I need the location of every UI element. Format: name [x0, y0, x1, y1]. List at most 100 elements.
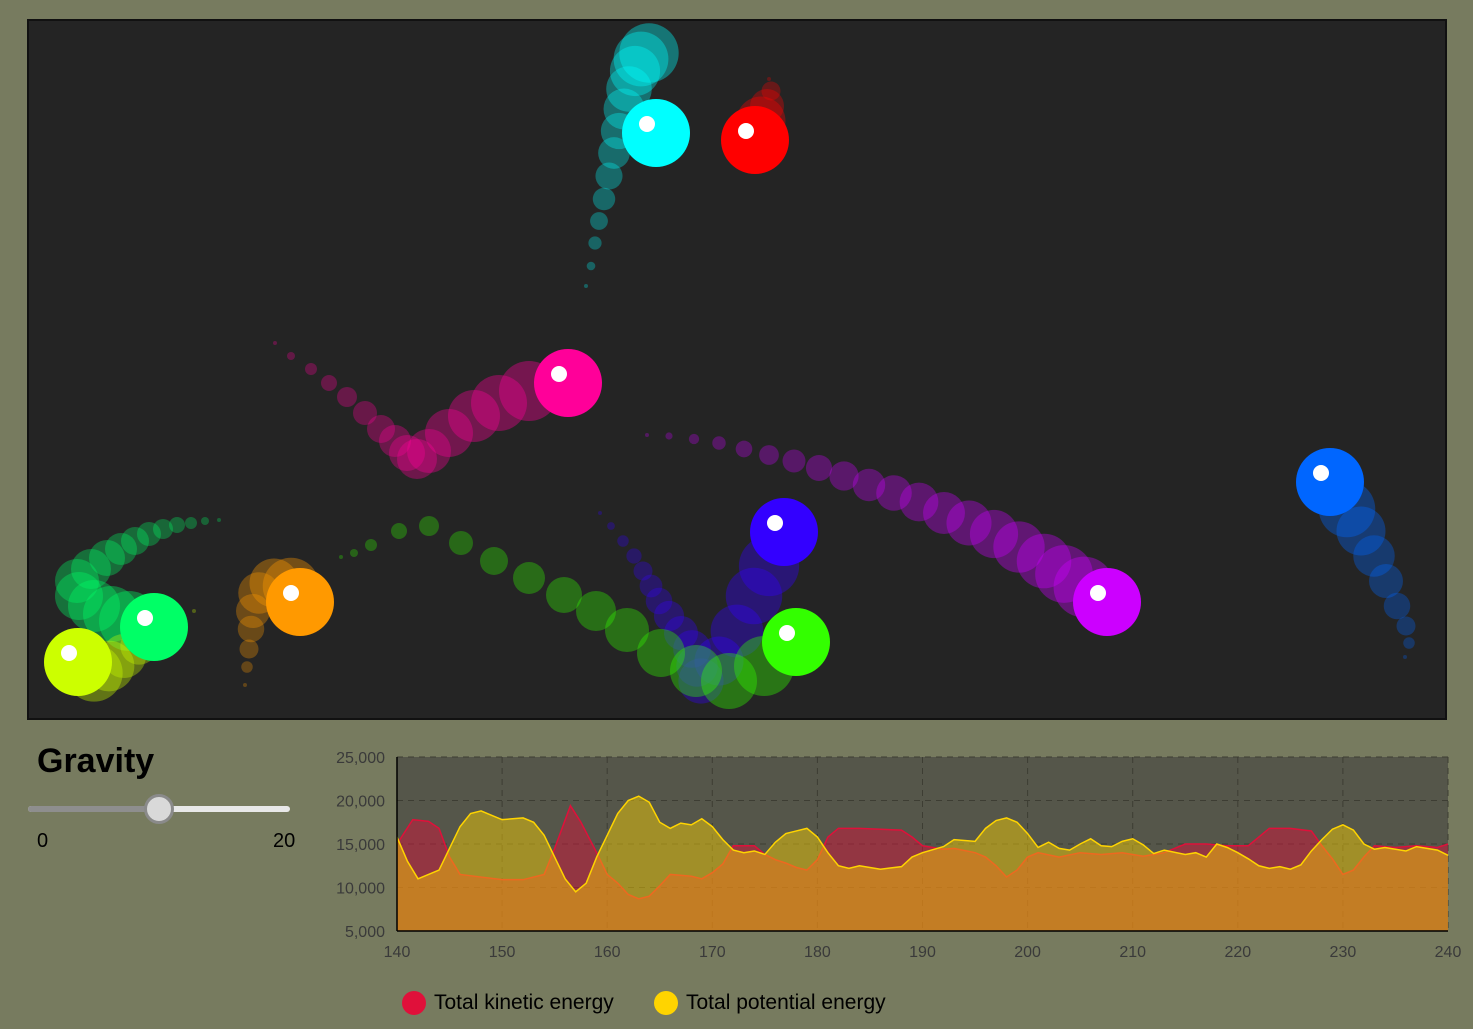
pink-trail-dot: [287, 352, 295, 360]
legend-potential[interactable]: Total potential energy: [654, 990, 886, 1016]
chart-x-tick-label: 150: [489, 944, 516, 961]
green-trail-dot: [419, 516, 439, 536]
indigo-ball-highlight: [767, 515, 783, 531]
green-trail-dot: [513, 562, 545, 594]
spring-green-ball-body[interactable]: [120, 593, 188, 661]
purple-trail-dot: [688, 433, 700, 445]
chart-x-tick-label: 160: [594, 944, 621, 961]
green-trail-dot: [391, 523, 407, 539]
gravity-slider[interactable]: [28, 792, 290, 826]
blue-ball[interactable]: [1296, 448, 1364, 516]
lime-ball[interactable]: [44, 628, 112, 696]
purple-trail-dot: [665, 432, 673, 440]
legend-kinetic[interactable]: Total kinetic energy: [402, 990, 614, 1016]
spring-green-ball-highlight: [137, 610, 153, 626]
cyan-trail-dot: [584, 284, 588, 288]
green-ball-highlight: [779, 625, 795, 641]
pink-trail-dot: [273, 341, 277, 345]
purple-trail-dot: [645, 433, 649, 437]
slider-fill: [28, 806, 159, 812]
orange-ball[interactable]: [266, 568, 334, 636]
red-ball[interactable]: [721, 106, 789, 174]
chart-x-tick-label: 220: [1224, 944, 1251, 961]
chart-y-tick-label: 10,000: [336, 881, 385, 898]
cyan-trail-dot: [619, 23, 679, 83]
indigo-trail-dot: [598, 511, 602, 515]
slider-min-label: 0: [37, 830, 49, 852]
legend-potential-swatch: [654, 991, 678, 1015]
pink-ball-highlight: [551, 366, 567, 382]
spring-green-trail-dot: [185, 517, 197, 529]
chart-x-tick-label: 180: [804, 944, 831, 961]
chart-y-tick-label: 20,000: [336, 794, 385, 811]
purple-ball[interactable]: [1073, 568, 1141, 636]
purple-trail-dot: [712, 436, 726, 450]
chart-x-tick-label: 230: [1330, 944, 1357, 961]
indigo-trail-dot: [617, 535, 629, 547]
purple-trail: [645, 432, 1139, 634]
slider-thumb[interactable]: [144, 794, 174, 824]
chart-y-tick-label: 25,000: [336, 750, 385, 767]
orange-ball-body[interactable]: [266, 568, 334, 636]
physics-canvas[interactable]: [27, 19, 1447, 720]
red-trail-dot: [767, 77, 771, 81]
red-ball-highlight: [738, 123, 754, 139]
cyan-trail-dot: [592, 187, 616, 211]
purple-trail-dot: [805, 454, 833, 482]
cyan-ball-body[interactable]: [622, 99, 690, 167]
orange-trail-dot: [243, 683, 247, 687]
blue-ball-highlight: [1313, 465, 1329, 481]
gravity-title: Gravity: [37, 742, 155, 780]
pink-trail-dot: [321, 375, 337, 391]
legend-kinetic-swatch: [402, 991, 426, 1015]
cyan-ball-highlight: [639, 116, 655, 132]
orange-trail-dot: [241, 661, 253, 673]
green-trail-dot: [480, 547, 508, 575]
orange-ball-highlight: [283, 585, 299, 601]
cyan-trail-dot: [586, 261, 596, 271]
purple-trail-dot: [735, 440, 753, 458]
green-trail-dot: [350, 549, 358, 557]
purple-ball-highlight: [1090, 585, 1106, 601]
cyan-trail-dot: [590, 212, 608, 230]
chart-y-tick-label: 5,000: [345, 924, 385, 941]
chart-y-tick-label: 15,000: [336, 837, 385, 854]
chart-x-tick-label: 190: [909, 944, 936, 961]
pink-trail-dot: [337, 387, 357, 407]
red-ball-body[interactable]: [721, 106, 789, 174]
orange-trail-dot: [239, 639, 259, 659]
green-trail-dot: [339, 555, 343, 559]
indigo-ball-body[interactable]: [750, 498, 818, 566]
blue-ball-body[interactable]: [1296, 448, 1364, 516]
blue-trail-dot: [1403, 655, 1407, 659]
physics-scene: [44, 23, 1416, 709]
indigo-trail-dot: [626, 548, 642, 564]
chart-x-tick-label: 140: [384, 944, 411, 961]
pink-ball-body[interactable]: [534, 349, 602, 417]
chart-x-tick-label: 200: [1014, 944, 1041, 961]
chart-x-tick-label: 240: [1435, 944, 1462, 961]
spring-green-trail-dot: [201, 517, 209, 525]
blue-trail-dot: [1403, 637, 1415, 649]
blue-trail-dot: [1396, 616, 1416, 636]
green-ball-body[interactable]: [762, 608, 830, 676]
indigo-trail-dot: [607, 522, 615, 530]
chart-x-tick-label: 210: [1119, 944, 1146, 961]
lime-trail-dot: [192, 609, 196, 613]
pink-ball[interactable]: [534, 349, 602, 417]
spring-green-trail-dot: [217, 518, 221, 522]
purple-trail-dot: [782, 449, 806, 473]
energy-chart: 140 150 160 170 180 190 200 210 220 230 240 25,000 2…: [336, 750, 1462, 961]
cyan-ball[interactable]: [622, 99, 690, 167]
pink-trail-dot: [305, 363, 317, 375]
green-trail-dot: [365, 539, 377, 551]
spring-green-ball[interactable]: [120, 593, 188, 661]
lime-ball-highlight: [61, 645, 77, 661]
lime-ball-body[interactable]: [44, 628, 112, 696]
indigo-ball[interactable]: [750, 498, 818, 566]
green-ball[interactable]: [762, 608, 830, 676]
chart-x-tick-label: 170: [699, 944, 726, 961]
legend-potential-label: Total potential energy: [686, 991, 886, 1014]
purple-ball-body[interactable]: [1073, 568, 1141, 636]
green-trail-dot: [449, 531, 473, 555]
